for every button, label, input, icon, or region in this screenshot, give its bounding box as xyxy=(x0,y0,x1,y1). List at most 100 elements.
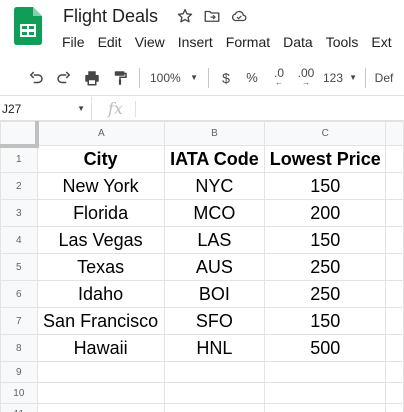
row-header[interactable]: 8 xyxy=(0,334,38,362)
cell-b1[interactable]: IATA Code xyxy=(163,145,266,173)
cell-d11[interactable] xyxy=(385,403,404,412)
cell-a4[interactable]: Las Vegas xyxy=(36,226,165,254)
arrow-right-icon: → xyxy=(302,77,310,87)
cell-c3[interactable]: 200 xyxy=(264,199,387,227)
select-all-corner[interactable] xyxy=(0,121,40,148)
cell-b6[interactable]: BOI xyxy=(163,280,266,308)
cell-b11[interactable] xyxy=(163,403,266,412)
menu-tools[interactable]: Tools xyxy=(326,33,359,51)
cell-c5[interactable]: 250 xyxy=(264,253,387,281)
row-header[interactable]: 6 xyxy=(0,280,38,308)
column-header-a[interactable]: A xyxy=(36,121,165,146)
cell-a7[interactable]: San Francisco xyxy=(36,307,165,335)
menu-edit[interactable]: Edit xyxy=(98,33,122,51)
cell-d2[interactable] xyxy=(385,172,404,200)
currency-format-button[interactable]: $ xyxy=(217,66,235,90)
increase-decimal-button[interactable]: .00 → xyxy=(295,66,317,90)
cell-a2[interactable]: New York xyxy=(36,172,165,200)
row-header[interactable]: 3 xyxy=(0,199,38,227)
cell-c6[interactable]: 250 xyxy=(264,280,387,308)
menu-data[interactable]: Data xyxy=(283,33,313,51)
cell-c11[interactable] xyxy=(264,403,387,412)
toolbar-divider xyxy=(365,67,366,88)
toolbar-divider xyxy=(139,67,140,88)
formula-input[interactable] xyxy=(135,97,404,120)
cell-c10[interactable] xyxy=(264,382,387,404)
font-select[interactable]: Def xyxy=(374,66,394,90)
menu-bar: File Edit View Insert Format Data Tools … xyxy=(62,33,404,51)
sheets-logo-icon[interactable] xyxy=(14,7,42,45)
cell-c4[interactable]: 150 xyxy=(264,226,387,254)
zoom-select[interactable]: 100% ▼ xyxy=(148,66,200,90)
more-formats-button[interactable]: 123 ▼ xyxy=(323,66,357,90)
cell-d4[interactable] xyxy=(385,226,404,254)
cell-a6[interactable]: Idaho xyxy=(36,280,165,308)
star-icon[interactable] xyxy=(176,7,194,25)
toolbar-divider xyxy=(208,67,209,88)
row-header[interactable]: 4 xyxy=(0,226,38,254)
name-box[interactable]: J27 ▼ xyxy=(0,96,92,121)
row-header[interactable]: 9 xyxy=(0,361,38,383)
table-row: 7 San Francisco SFO 150 xyxy=(0,307,404,335)
menu-format[interactable]: Format xyxy=(226,33,270,51)
cell-b8[interactable]: HNL xyxy=(163,334,266,362)
cell-a8[interactable]: Hawaii xyxy=(36,334,165,362)
cell-d6[interactable] xyxy=(385,280,404,308)
zoom-value: 100% xyxy=(150,70,181,85)
cell-d1[interactable] xyxy=(385,145,404,173)
fx-icon: fx xyxy=(108,99,123,118)
redo-icon[interactable] xyxy=(53,66,75,90)
cell-a9[interactable] xyxy=(36,361,165,383)
cell-a11[interactable] xyxy=(36,403,165,412)
menu-insert[interactable]: Insert xyxy=(178,33,213,51)
cell-d10[interactable] xyxy=(385,382,404,404)
cell-d3[interactable] xyxy=(385,199,404,227)
cell-a3[interactable]: Florida xyxy=(36,199,165,227)
cell-c9[interactable] xyxy=(264,361,387,383)
row-header[interactable]: 2 xyxy=(0,172,38,200)
row-header[interactable]: 5 xyxy=(0,253,38,281)
cell-c7[interactable]: 150 xyxy=(264,307,387,335)
column-header-c[interactable]: C xyxy=(264,121,387,146)
table-row: 4 Las Vegas LAS 150 xyxy=(0,226,404,254)
menu-view[interactable]: View xyxy=(135,33,165,51)
row-header[interactable]: 10 xyxy=(0,382,38,404)
row-header[interactable]: 7 xyxy=(0,307,38,335)
menu-extensions[interactable]: Ext xyxy=(371,33,391,51)
cell-b2[interactable]: NYC xyxy=(163,172,266,200)
decrease-decimal-button[interactable]: .0 ← xyxy=(269,66,289,90)
row-header[interactable]: 1 xyxy=(0,145,38,173)
cell-b3[interactable]: MCO xyxy=(163,199,266,227)
cell-d5[interactable] xyxy=(385,253,404,281)
cell-c1[interactable]: Lowest Price xyxy=(264,145,387,173)
document-title[interactable]: Flight Deals xyxy=(63,4,158,28)
chevron-down-icon: ▼ xyxy=(190,73,198,82)
percent-format-button[interactable]: % xyxy=(243,66,261,90)
table-row: 8 Hawaii HNL 500 xyxy=(0,334,404,362)
cell-c2[interactable]: 150 xyxy=(264,172,387,200)
cell-b5[interactable]: AUS xyxy=(163,253,266,281)
cell-a10[interactable] xyxy=(36,382,165,404)
undo-icon[interactable] xyxy=(25,66,47,90)
cloud-saved-icon[interactable] xyxy=(230,7,248,25)
row-header[interactable]: 11 xyxy=(0,403,38,412)
print-icon[interactable] xyxy=(81,66,103,90)
cell-b9[interactable] xyxy=(163,361,266,383)
column-header-d[interactable] xyxy=(385,121,404,146)
move-to-folder-icon[interactable] xyxy=(203,7,221,25)
cell-d9[interactable] xyxy=(385,361,404,383)
cell-b10[interactable] xyxy=(163,382,266,404)
table-row: 5 Texas AUS 250 xyxy=(0,253,404,281)
cell-b7[interactable]: SFO xyxy=(163,307,266,335)
cell-a1[interactable]: City xyxy=(36,145,165,173)
column-header-b[interactable]: B xyxy=(163,121,266,146)
arrow-left-icon: ← xyxy=(275,77,283,87)
cell-a5[interactable]: Texas xyxy=(36,253,165,281)
cell-d7[interactable] xyxy=(385,307,404,335)
chevron-down-icon: ▼ xyxy=(349,73,357,82)
paint-format-icon[interactable] xyxy=(109,66,131,90)
cell-b4[interactable]: LAS xyxy=(163,226,266,254)
cell-c8[interactable]: 500 xyxy=(264,334,387,362)
cell-d8[interactable] xyxy=(385,334,404,362)
menu-file[interactable]: File xyxy=(62,33,85,51)
